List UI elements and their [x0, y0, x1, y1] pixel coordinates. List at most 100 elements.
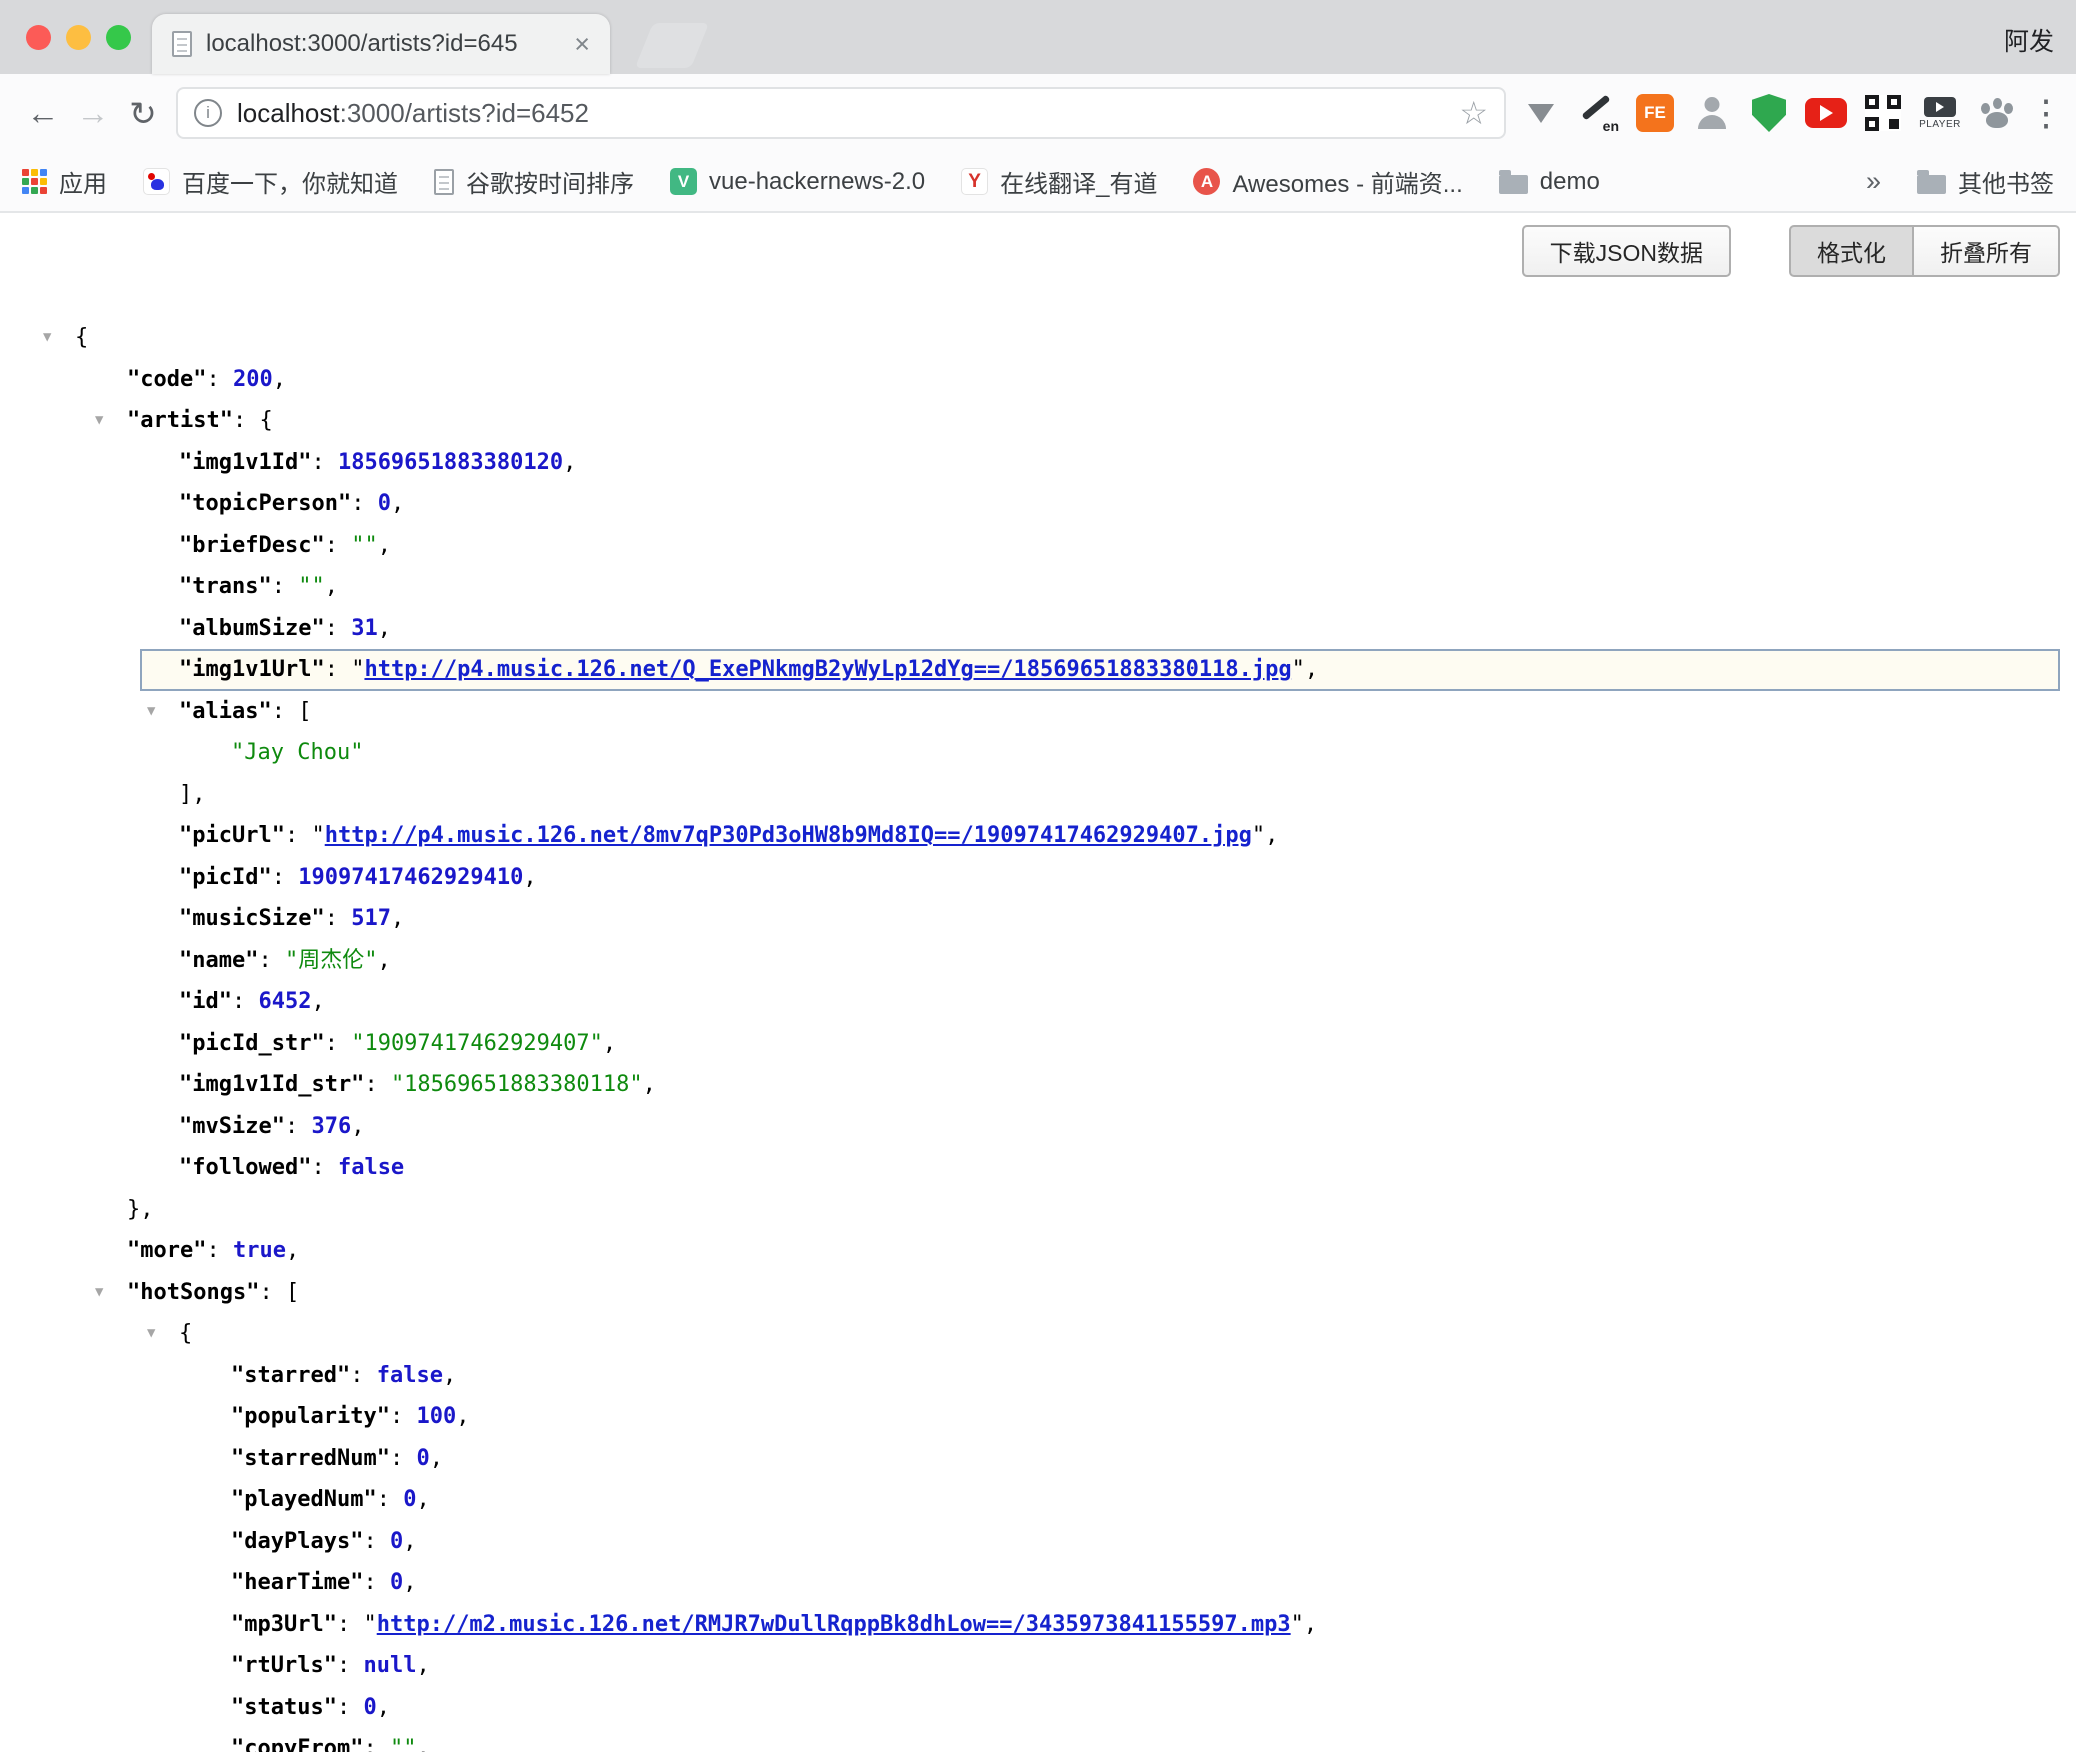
zoom-window-button[interactable] — [106, 25, 131, 50]
json-string: "18569651883380118" — [391, 1072, 643, 1097]
format-button[interactable]: 格式化 — [1789, 225, 1914, 277]
json-key: "trans" — [179, 574, 272, 599]
json-punct: , — [416, 1736, 429, 1752]
page-info-icon[interactable]: i — [194, 99, 222, 127]
json-line: ▼"alias": [ — [0, 691, 2076, 733]
download-json-button[interactable]: 下载JSON数据 — [1522, 225, 1731, 277]
json-key: "picId" — [179, 865, 272, 890]
json-punct: : — [363, 1570, 390, 1595]
json-line: "starred": false, — [0, 1355, 2076, 1397]
json-punct: : — [337, 1612, 364, 1637]
reload-button[interactable]: ↻ — [118, 88, 168, 138]
json-punct: , — [391, 906, 404, 931]
json-key: "code" — [127, 367, 206, 392]
json-viewer-toolbar: 下载JSON数据 格式化 折叠所有 — [1522, 225, 2060, 277]
browser-toolbar: ← → ↻ i localhost:3000/artists?id=6452 ☆… — [0, 74, 2076, 152]
player-extension-icon[interactable]: PLAYER — [1919, 90, 1961, 136]
paw-extension-icon[interactable] — [1976, 90, 2018, 136]
json-link[interactable]: http://p4.music.126.net/8mv7qP30Pd3oHW8b… — [325, 823, 1252, 848]
json-key: "popularity" — [231, 1404, 390, 1429]
other-bookmarks-folder[interactable]: 其他书签 — [1917, 164, 2054, 199]
json-number: 18569651883380120 — [338, 450, 563, 475]
json-link[interactable]: http://m2.music.126.net/RMJR7wDullRqppBk… — [377, 1612, 1291, 1637]
json-punct: , — [430, 1446, 443, 1471]
youtube-extension-icon[interactable] — [1805, 90, 1847, 136]
new-tab-button[interactable] — [635, 23, 709, 68]
baidu-icon — [143, 168, 170, 195]
close-window-button[interactable] — [26, 25, 51, 50]
json-punct: , — [378, 616, 391, 641]
shield-extension-icon[interactable] — [1748, 90, 1790, 136]
collapse-triangle-icon[interactable]: ▼ — [95, 1272, 103, 1314]
json-punct: , — [351, 1114, 364, 1139]
json-punct: , — [403, 1529, 416, 1554]
fe-extension-icon[interactable]: FE — [1634, 90, 1676, 136]
bookmark-apps[interactable]: 应用 — [22, 164, 107, 199]
json-tree: ▼{"code": 200,▼"artist": {"img1v1Id": 18… — [0, 317, 2076, 1752]
address-bar[interactable]: i localhost:3000/artists?id=6452 ☆ — [176, 87, 1506, 139]
json-number: 0 — [378, 491, 391, 516]
json-key: "rtUrls" — [231, 1653, 337, 1678]
json-line: "dayPlays": 0, — [0, 1521, 2076, 1563]
json-line: "img1v1Url": "http://p4.music.126.net/Q_… — [0, 649, 2076, 691]
json-key: "playedNum" — [231, 1487, 377, 1512]
bookmark-star-icon[interactable]: ☆ — [1459, 94, 1488, 132]
json-key: "picId_str" — [179, 1031, 325, 1056]
json-punct: }, — [127, 1197, 154, 1222]
collapse-triangle-icon[interactable]: ▼ — [95, 400, 103, 442]
json-punct: : — [351, 491, 378, 516]
json-line: "topicPerson": 0, — [0, 483, 2076, 525]
json-punct: : — [285, 1114, 312, 1139]
translate-pen-extension-icon[interactable]: en — [1577, 90, 1619, 136]
bookmarks-overflow-icon[interactable]: » — [1866, 166, 1881, 197]
bookmarks-bar: 应用 百度一下，你就知道 谷歌按时间排序 V vue-hackernews-2.… — [0, 152, 2076, 213]
json-key: "alias" — [179, 699, 272, 724]
minimize-window-button[interactable] — [66, 25, 91, 50]
json-line: "more": true, — [0, 1230, 2076, 1272]
json-key: "img1v1Id_str" — [179, 1072, 364, 1097]
json-punct: , — [416, 1487, 429, 1512]
json-key: "followed" — [179, 1155, 311, 1180]
json-link[interactable]: http://p4.music.126.net/Q_ExePNkmgB2yWyL… — [364, 657, 1291, 682]
page-content: 下载JSON数据 格式化 折叠所有 ▼{"code": 200,▼"artist… — [0, 213, 2076, 1752]
bookmark-youdao[interactable]: Y 在线翻译_有道 — [961, 164, 1157, 199]
json-punct: : — [364, 1072, 391, 1097]
youdao-icon: Y — [961, 168, 988, 195]
bookmark-baidu[interactable]: 百度一下，你就知道 — [143, 164, 398, 199]
qrcode-extension-icon[interactable] — [1862, 90, 1904, 136]
json-punct: { — [75, 325, 88, 350]
bookmark-demo-folder[interactable]: demo — [1499, 168, 1600, 196]
json-number: 0 — [403, 1487, 416, 1512]
collapse-triangle-icon[interactable]: ▼ — [43, 317, 51, 359]
tab-close-icon[interactable]: × — [574, 29, 590, 60]
player-label: PLAYER — [1919, 119, 1961, 130]
bookmark-google-sort[interactable]: 谷歌按时间排序 — [434, 164, 634, 199]
json-line: ▼{ — [0, 1313, 2076, 1355]
json-punct: , — [273, 367, 286, 392]
json-punct: , — [563, 450, 576, 475]
collapse-triangle-icon[interactable]: ▼ — [147, 691, 155, 733]
json-key: "briefDesc" — [179, 533, 325, 558]
browser-tab[interactable]: localhost:3000/artists?id=645 × — [152, 14, 610, 74]
profile-extension-icon[interactable] — [1691, 90, 1733, 136]
json-line: "status": 0, — [0, 1687, 2076, 1729]
bookmark-vue-hackernews[interactable]: V vue-hackernews-2.0 — [670, 168, 925, 196]
json-string: "" — [390, 1736, 417, 1752]
bookmark-awesomes[interactable]: A Awesomes - 前端资... — [1193, 164, 1462, 199]
json-key: "musicSize" — [179, 906, 325, 931]
back-button[interactable]: ← — [18, 88, 68, 138]
json-punct: : — [272, 865, 299, 890]
profile-name[interactable]: 阿发 — [2004, 22, 2054, 58]
flag-extension-icon[interactable] — [1520, 90, 1562, 136]
collapse-all-button[interactable]: 折叠所有 — [1914, 225, 2060, 277]
json-key: "starred" — [231, 1363, 350, 1388]
collapse-triangle-icon[interactable]: ▼ — [147, 1313, 155, 1355]
tab-title: localhost:3000/artists?id=645 — [206, 30, 560, 58]
json-number: 6452 — [258, 989, 311, 1014]
json-punct: : { — [233, 408, 273, 433]
json-key: "img1v1Id" — [179, 450, 311, 475]
forward-button[interactable]: → — [68, 88, 118, 138]
json-line: "copyFrom": "", — [0, 1728, 2076, 1752]
browser-menu-icon[interactable]: ⋮ — [2028, 92, 2058, 134]
json-punct: ", — [1291, 1612, 1318, 1637]
